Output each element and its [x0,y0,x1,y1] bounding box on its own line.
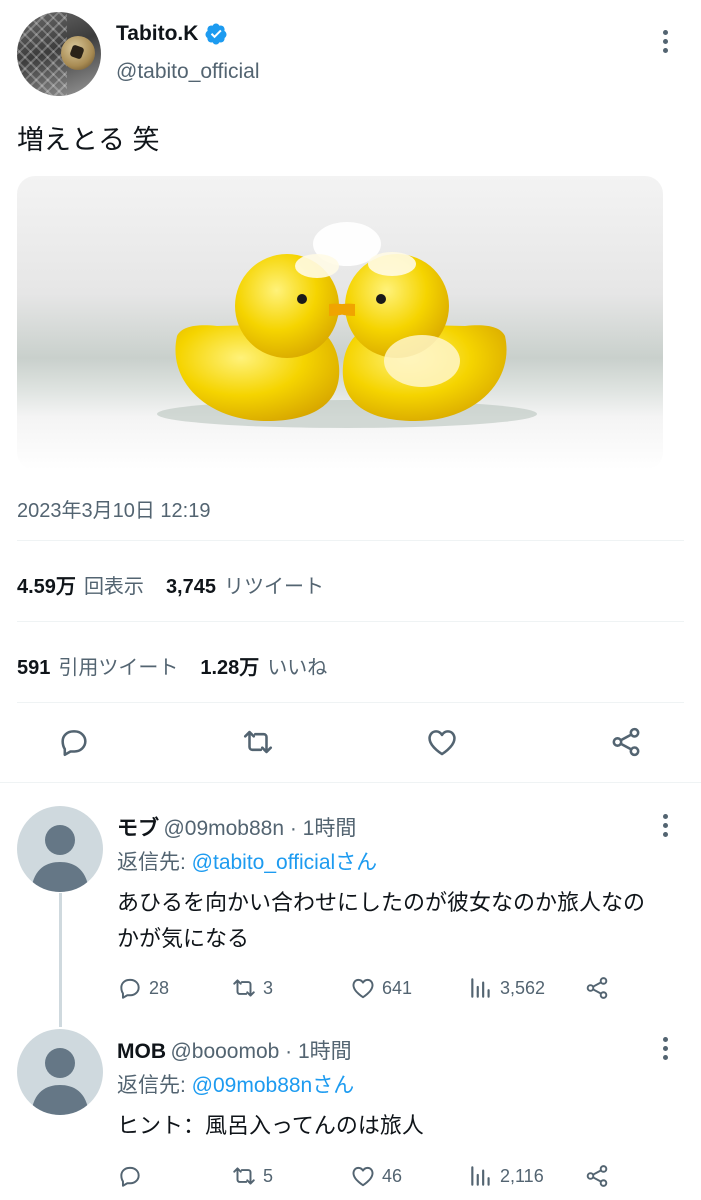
replying-to-label: 返信先: [117,851,192,874]
quotes-count[interactable]: 591 [17,657,50,680]
stats-row-2: 591 引用ツイート 1.28万 いいね [17,651,349,680]
reply-icon [120,1166,140,1187]
views-count: 3,562 [500,977,546,998]
views-action[interactable]: 2,116 [468,1163,544,1189]
quotes-label[interactable]: 引用ツイート [58,651,178,680]
author-avatar[interactable] [17,12,101,96]
like-count: 46 [382,1165,403,1186]
likes-count[interactable]: 1.28万 [200,651,259,680]
retweet-icon[interactable] [241,725,275,759]
analytics-bars-icon [471,1166,490,1186]
reply-avatar[interactable] [17,1029,103,1115]
tweet-photo[interactable] [17,176,663,470]
share-icon[interactable] [609,725,643,759]
retweet-action[interactable]: 5 [231,1163,273,1189]
retweets-count[interactable]: 3,745 [166,576,216,599]
divider [17,702,684,703]
author-name[interactable]: Tabito.K [116,22,198,46]
tweet-timestamp[interactable]: 2023年3月10日 12:19 [17,494,210,523]
default-avatar-icon [31,825,89,892]
divider [0,782,701,783]
reply-header[interactable]: MOB @booomob · 1時間 [117,1035,352,1065]
verified-badge-icon [205,23,227,45]
share-action[interactable] [584,1163,610,1189]
retweet-count: 3 [263,977,274,998]
reply-text-line: かが気になる [117,926,250,951]
retweet-count: 5 [263,1165,274,1186]
like-heart-icon [352,1166,374,1187]
share-icon [586,1165,608,1187]
reply-meta: @booomob · 1時間 [170,1040,352,1063]
author-handle[interactable]: @tabito_official [116,60,260,84]
avatar-net [17,12,67,96]
like-heart-icon[interactable] [425,725,459,759]
like-count: 641 [382,977,413,998]
reply-action[interactable]: 28 [117,975,169,1001]
views-label: 回表示 [83,576,144,598]
views-count: 4.59万 [17,576,76,598]
replying-to: 返信先: @tabito_officialさん [117,846,377,876]
avatar-soccer-ball [61,36,95,70]
share-action[interactable] [584,975,610,1001]
thread-connector-line [59,893,62,1027]
tweet-text: 増えとる 笑 [17,125,160,155]
views-action[interactable]: 3,562 [468,975,545,1001]
divider [17,621,684,622]
reply-icon [120,978,140,999]
replying-to-link[interactable]: @tabito_officialさん [192,851,378,874]
retweet-icon [233,1167,255,1185]
divider [17,540,684,541]
replying-to: 返信先: @09mob88nさん [117,1069,354,1099]
reply-icon[interactable] [57,725,91,759]
reply-author-name[interactable]: モブ [117,817,159,840]
replying-to-label: 返信先: [117,1074,192,1097]
rubber-ducks-image [157,222,537,428]
default-avatar-icon [31,1048,89,1115]
analytics-bars-icon [471,978,490,998]
like-action[interactable]: 641 [350,975,412,1001]
like-heart-icon [352,978,374,999]
reply-text-line: ヒント：風呂入ってんのは旅人 [117,1113,424,1138]
reply-header[interactable]: モブ @09mob88n · 1時間 [117,812,356,842]
more-options-icon[interactable] [661,30,669,53]
retweets-label[interactable]: リツイート [224,570,324,599]
views-count: 2,116 [500,1165,544,1186]
reply-action[interactable] [117,1163,149,1189]
reply-meta: @09mob88n · 1時間 [163,817,357,840]
reply-text-line: あひるを向かい合わせにしたのが彼女なのか旅人なの [117,890,646,915]
reply-text: ヒント：風呂入ってんのは旅人 [117,1108,424,1144]
author-name-row[interactable]: Tabito.K [116,22,228,46]
replying-to-link[interactable]: @09mob88nさん [192,1074,355,1097]
retweet-action[interactable]: 3 [231,975,273,1001]
reply-count: 28 [149,977,170,998]
retweet-icon [233,979,255,997]
reply-avatar[interactable] [17,806,103,892]
like-action[interactable]: 46 [350,1163,402,1189]
more-options-icon[interactable] [661,814,669,837]
share-icon [586,977,608,999]
likes-label[interactable]: いいね [267,651,327,680]
more-options-icon[interactable] [661,1037,669,1060]
stats-row-1: 4.59万 回表示 3,745 リツイート [17,570,346,599]
reply-text: あひるを向かい合わせにしたのが彼女なのか旅人なの かが気になる [117,885,645,957]
reply-author-name[interactable]: MOB [117,1040,166,1063]
